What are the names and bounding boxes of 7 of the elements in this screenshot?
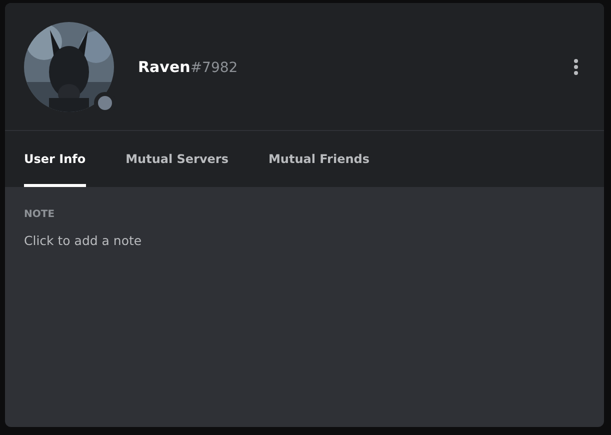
username: Raven (138, 58, 190, 76)
tab[interactable]: User Info (24, 131, 86, 187)
tab[interactable]: Mutual Servers (126, 131, 228, 187)
note-field[interactable]: Click to add a note (24, 232, 324, 251)
tab[interactable]: Mutual Friends (268, 131, 370, 187)
section-heading: NOTE (24, 208, 56, 222)
user-tag: #7982 (190, 60, 238, 76)
